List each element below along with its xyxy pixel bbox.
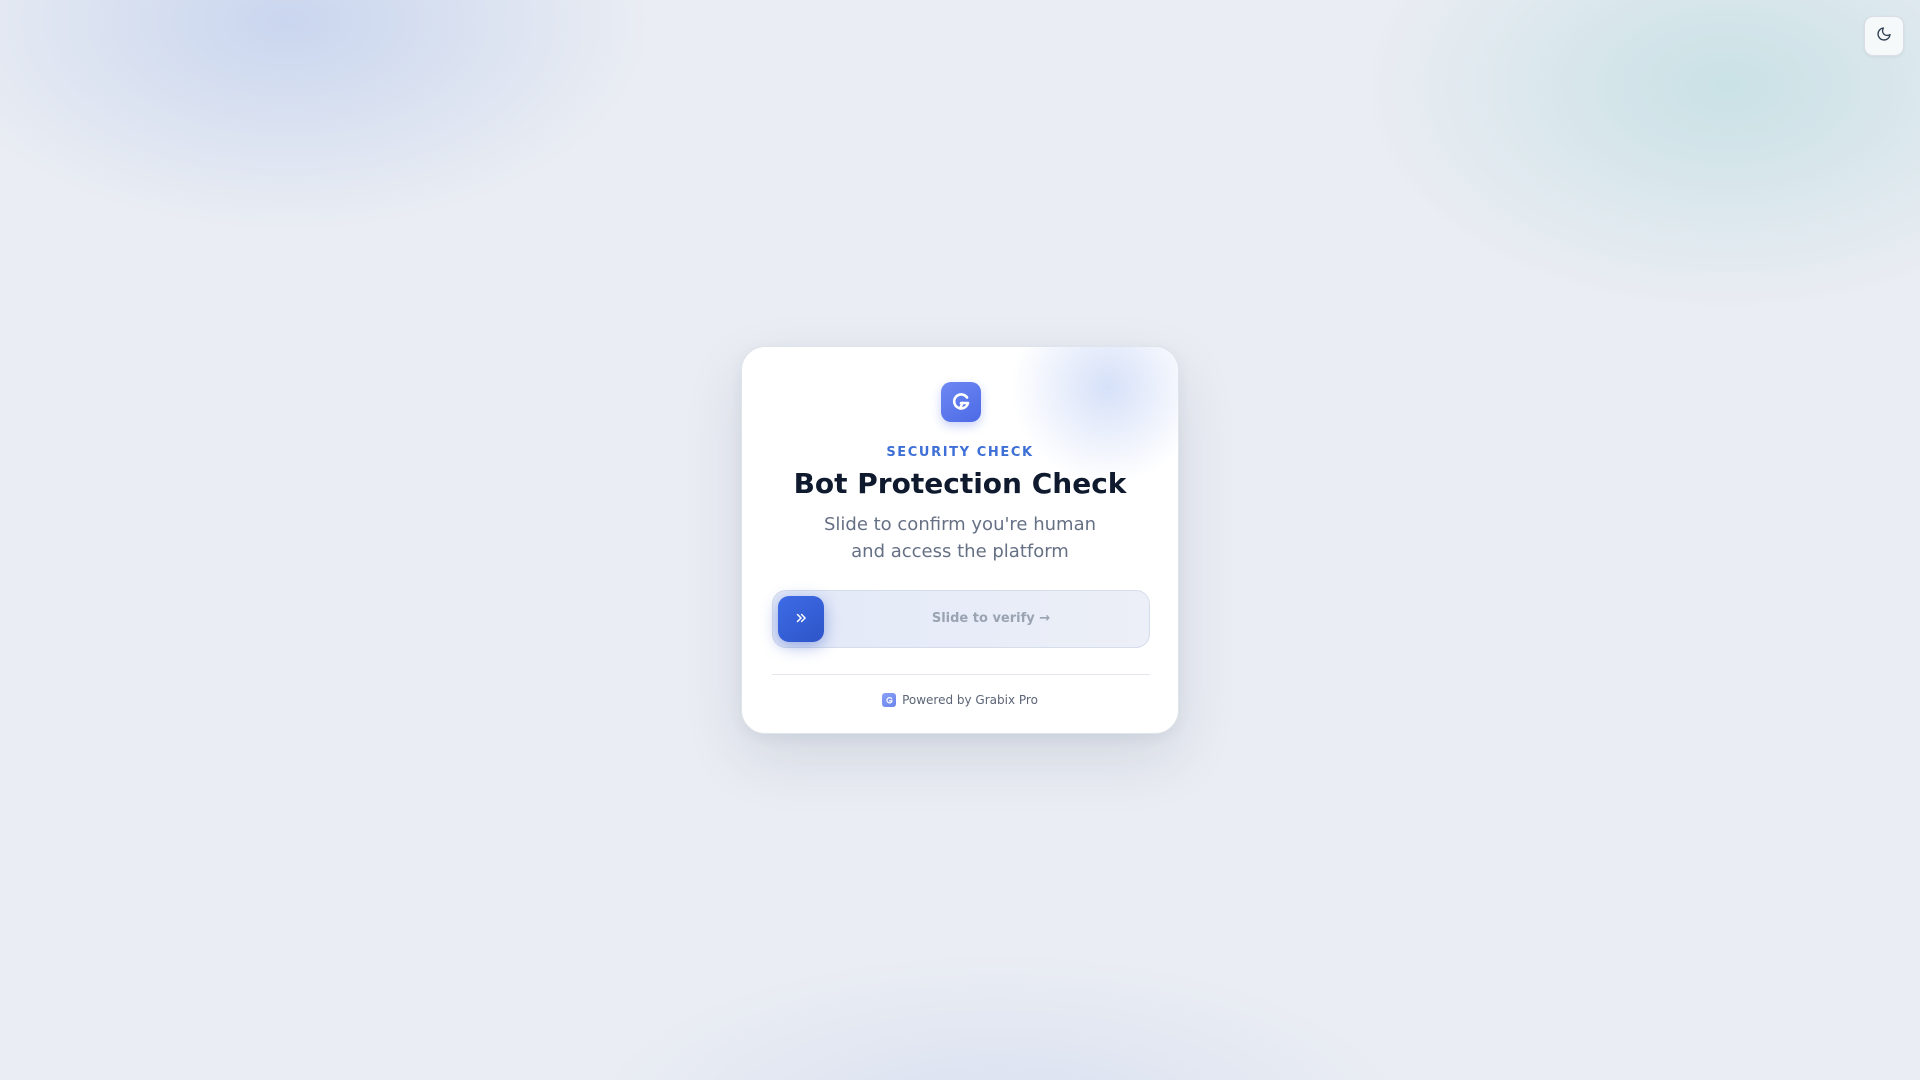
- chevrons-right-icon: [794, 610, 808, 629]
- subtitle: Slide to confirm you're human and access…: [742, 511, 1178, 565]
- eyebrow-label: SECURITY CHECK: [886, 445, 1034, 460]
- footer: Powered by Grabix Pro: [742, 693, 1178, 707]
- brand-logo-icon: [882, 693, 897, 707]
- verification-card: SECURITY CHECK Bot Protection Check Slid…: [741, 346, 1179, 734]
- divider: [772, 674, 1150, 675]
- slide-to-verify-track[interactable]: Slide to verify →: [772, 590, 1150, 648]
- brand-logo-icon: [941, 382, 981, 422]
- slider-handle[interactable]: [778, 596, 824, 642]
- slide-to-verify-label: Slide to verify →: [931, 611, 1051, 626]
- page-title: Bot Protection Check: [793, 467, 1127, 500]
- card-glow: [998, 347, 1178, 487]
- powered-by-text: Powered by Grabix Pro: [902, 693, 1038, 707]
- subtitle-line-2: and access the platform: [851, 541, 1069, 562]
- subtitle-line-1: Slide to confirm you're human: [823, 514, 1097, 535]
- moon-icon: [1876, 26, 1892, 46]
- theme-toggle-button[interactable]: [1864, 16, 1904, 56]
